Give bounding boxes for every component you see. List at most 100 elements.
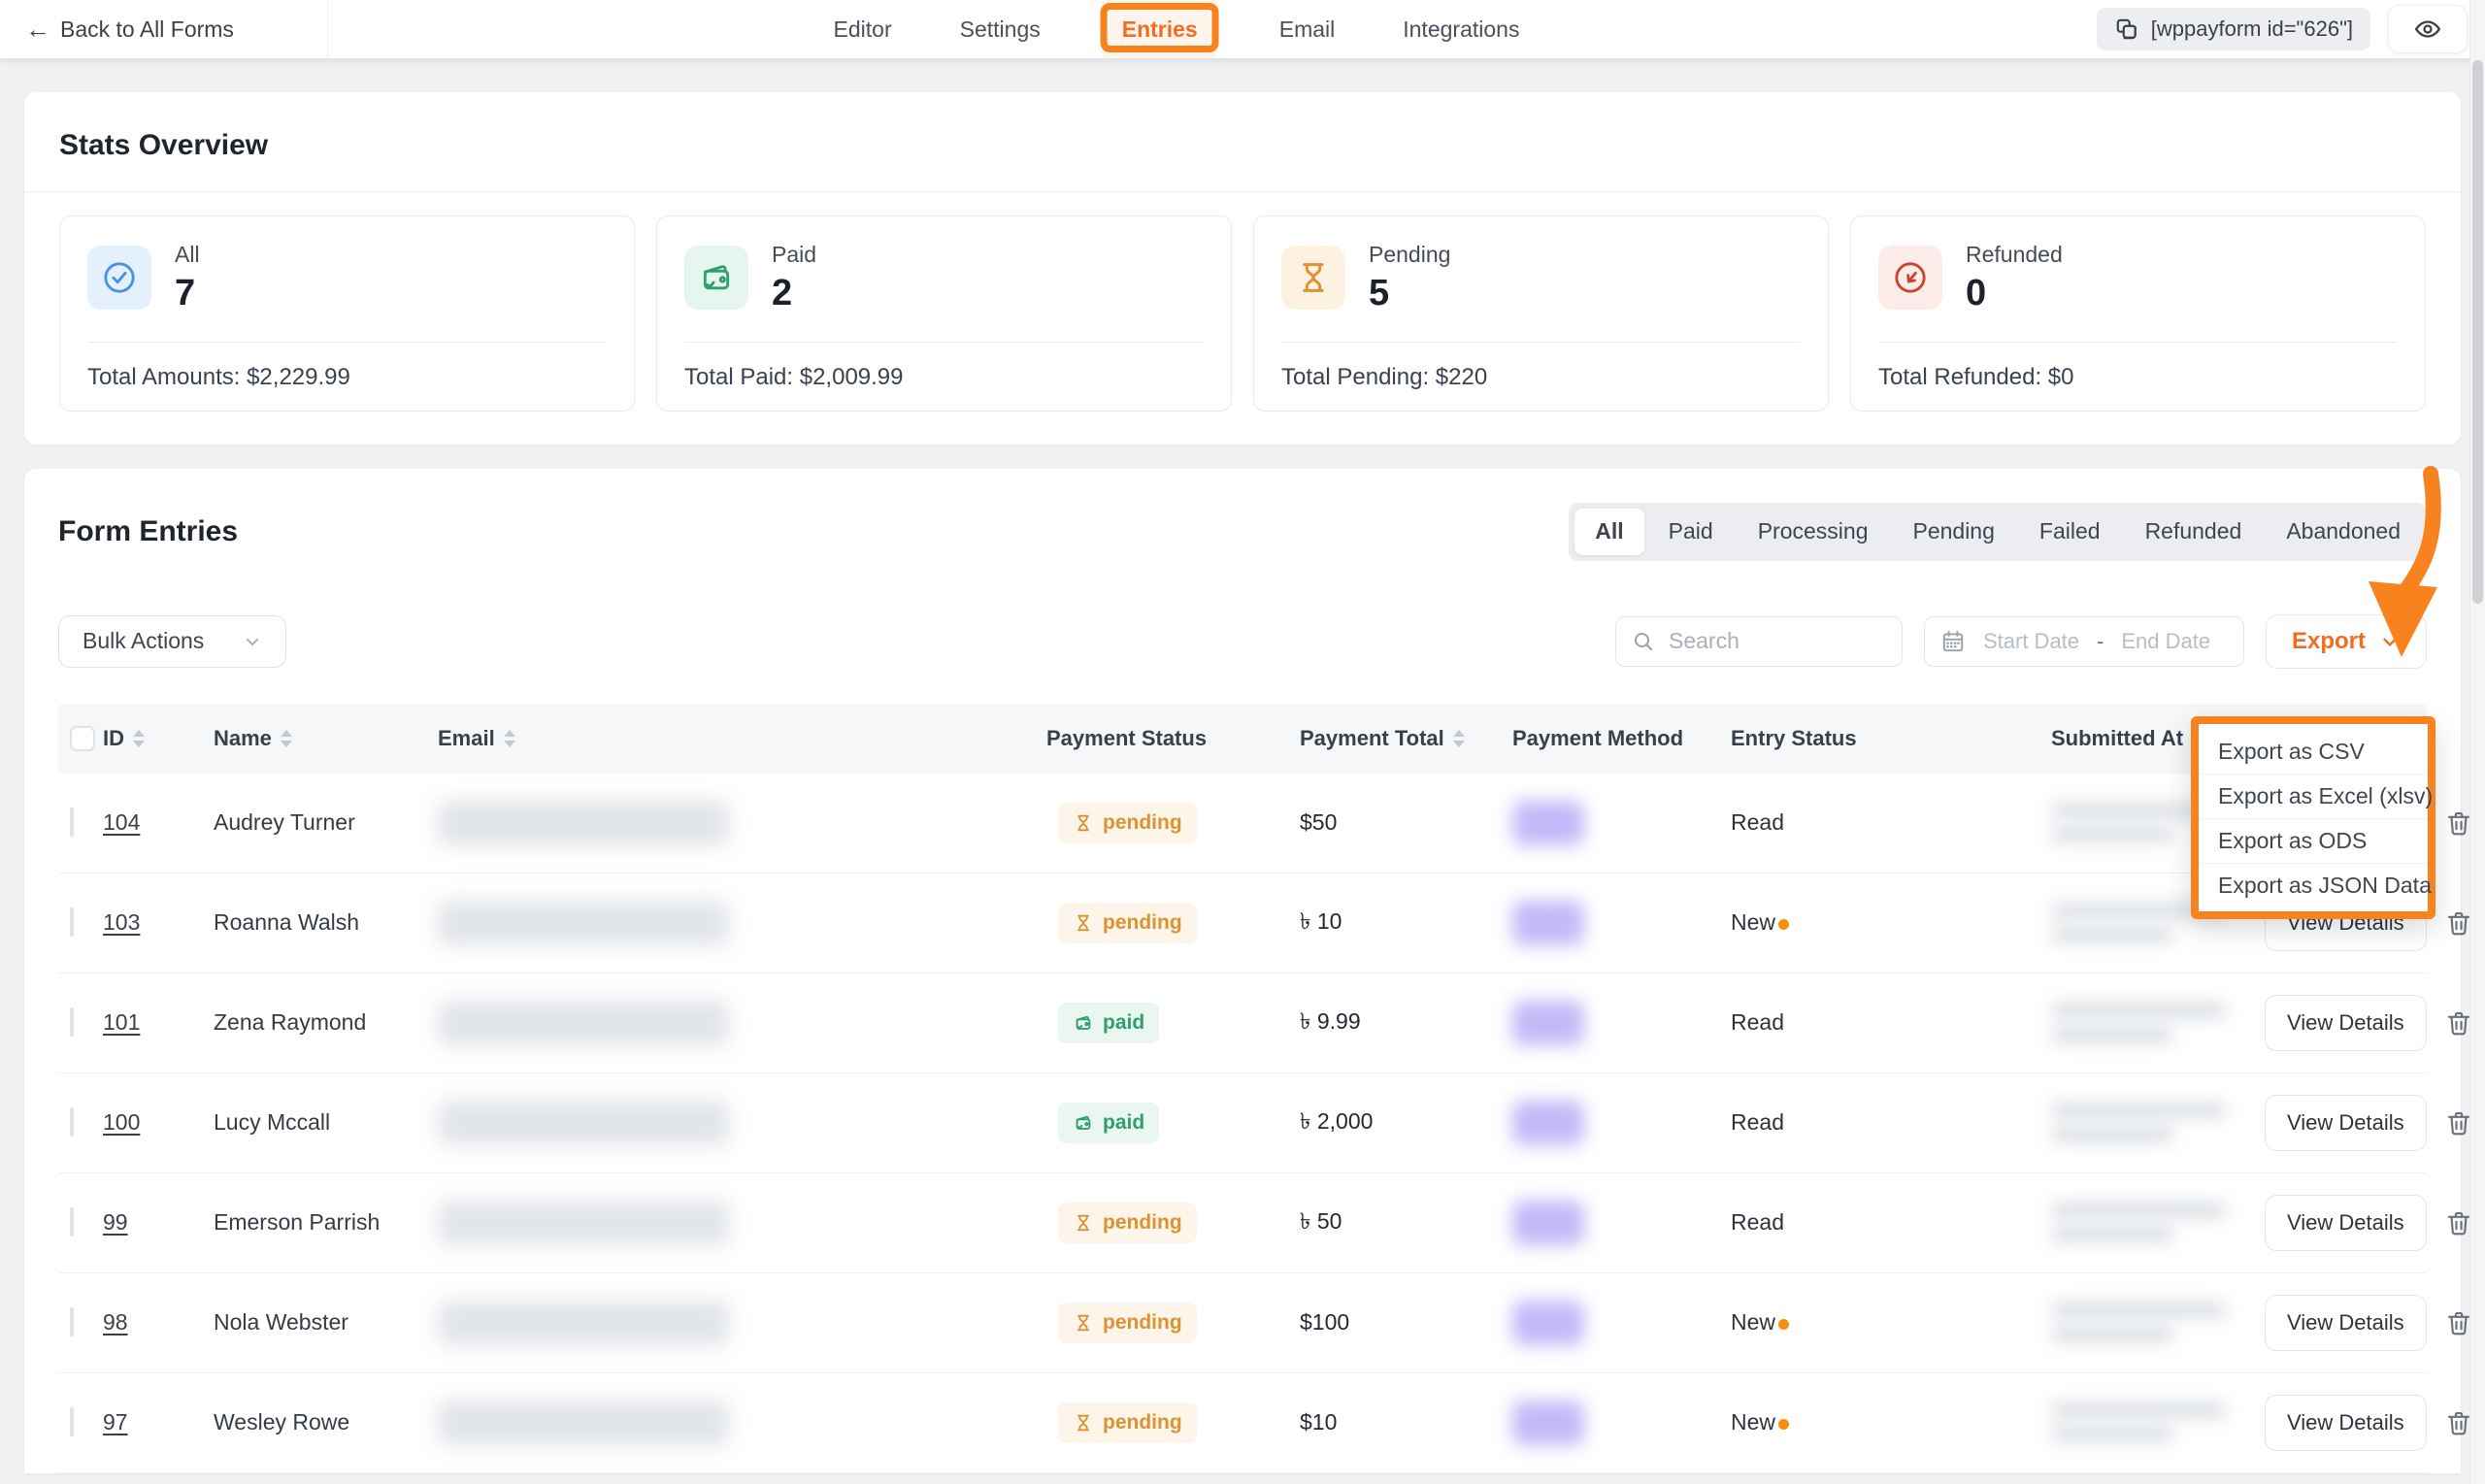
export-menu-item-export-as-ods[interactable]: Export as ODS [2199,818,2428,863]
payment-status-text: pending [1103,911,1182,935]
back-arrow-icon: ← [25,16,50,42]
stat-footer: Total Amounts: $2,229.99 [87,343,607,391]
filter-tab-processing[interactable]: Processing [1738,509,1889,555]
payment-status-text: pending [1103,1311,1182,1335]
row-checkbox[interactable] [70,1407,74,1436]
filter-tab-failed[interactable]: Failed [2019,509,2121,555]
entry-id-link[interactable]: 103 [103,909,140,935]
export-menu-item-export-as-json-data[interactable]: Export as JSON Data [2199,863,2428,907]
stat-value: 2 [772,274,816,314]
tab-integrations[interactable]: Integrations [1397,0,1525,58]
payment-status-badge: pending [1058,903,1197,943]
stat-label: All [175,242,200,268]
column-id[interactable]: ID [103,726,214,751]
entry-id-link[interactable]: 99 [103,1209,128,1235]
select-all-checkbox[interactable] [70,726,95,751]
payment-total: ৳ 9.99 [1300,1004,1512,1041]
sort-icon[interactable] [1453,730,1465,747]
filter-tab-pending[interactable]: Pending [1892,509,2014,555]
payment-total: ৳ 2,000 [1300,1104,1512,1141]
back-to-all-forms-button[interactable]: ← Back to All Forms [0,0,328,58]
filter-tab-all[interactable]: All [1574,509,1643,555]
filter-tab-refunded[interactable]: Refunded [2125,509,2263,555]
search-input[interactable] [1667,627,1886,655]
scrollbar-thumb[interactable] [2472,60,2483,604]
entry-id-link[interactable]: 104 [103,809,140,835]
check-circle-icon [100,258,139,297]
stat-value: 7 [175,274,200,314]
stat-card-pending: Pending 5 Total Pending: $220 [1253,215,1829,412]
export-menu-item-export-as-csv[interactable]: Export as CSV [2199,730,2428,774]
payment-total: $50 [1300,809,1512,836]
tab-settings[interactable]: Settings [954,0,1046,58]
view-details-button[interactable]: View Details [2265,1395,2427,1451]
entry-id-link[interactable]: 97 [103,1409,128,1435]
payment-status-text: paid [1103,1011,1144,1035]
filter-tab-paid[interactable]: Paid [1648,509,1734,555]
chevron-down-icon [2379,631,2401,652]
table-row: 99 Emerson Parrish pending ৳ 50 Read Vie… [58,1173,2427,1273]
shortcode-text: [wppayform id="626"] [2151,16,2353,42]
row-checkbox[interactable] [70,1307,74,1336]
column-payment-total[interactable]: Payment Total [1300,726,1512,751]
stats-overview-card: Stats Overview All 7 Total Amounts: $2,2… [24,92,2461,445]
submitted-at-redacted [2051,1302,2265,1343]
entry-status-text: New [1731,909,1775,935]
entry-name: Wesley Rowe [214,1409,438,1435]
tab-email[interactable]: Email [1274,0,1342,58]
shortcode-copy-pill[interactable]: [wppayform id="626"] [2097,8,2370,50]
tab-entries[interactable]: Entries [1103,0,1217,58]
column-payment-status[interactable]: Payment Status [1046,726,1300,751]
column-name[interactable]: Name [214,726,438,751]
row-checkbox[interactable] [70,1207,74,1237]
tab-editor[interactable]: Editor [828,0,898,58]
entry-id-link[interactable]: 100 [103,1109,140,1135]
column-payment-method[interactable]: Payment Method [1512,726,1731,751]
column-entry-status[interactable]: Entry Status [1731,726,2051,751]
sort-icon[interactable] [281,730,292,747]
filter-tab-abandoned[interactable]: Abandoned [2266,509,2421,555]
entry-name: Audrey Turner [214,809,438,836]
view-details-button[interactable]: View Details [2265,1095,2427,1151]
entry-id-link[interactable]: 101 [103,1009,140,1035]
submitted-at-redacted [2051,1202,2265,1243]
hourglass-icon [1073,1212,1094,1234]
payment-total: $100 [1300,1309,1512,1336]
row-checkbox[interactable] [70,1107,74,1137]
column-email[interactable]: Email [438,726,1046,751]
export-menu-item-export-as-excel-xlsv-[interactable]: Export as Excel (xlsv) [2199,774,2428,818]
payment-status-badge: pending [1058,1402,1197,1443]
entries-table: ID Name Email Payment Status Payment Tot… [58,704,2427,1473]
bulk-actions-dropdown[interactable]: Bulk Actions [58,615,286,668]
hourglass-icon [1073,812,1094,834]
payment-total: ৳ 50 [1300,1204,1512,1241]
entry-email-redacted [438,1401,729,1445]
hourglass-icon [1073,1312,1094,1334]
payment-method-redacted [1512,1401,1584,1445]
table-row: 100 Lucy Mccall paid ৳ 2,000 Read View D… [58,1073,2427,1173]
preview-form-button[interactable] [2388,5,2468,53]
sort-icon[interactable] [504,730,515,747]
submitted-at-redacted [2051,1002,2265,1043]
row-checkbox[interactable] [70,808,74,837]
hourglass-icon [1294,258,1333,297]
topbar-right: [wppayform id="626"] [2097,5,2485,53]
table-row: 98 Nola Webster pending $100 New View De… [58,1273,2427,1373]
sort-icon[interactable] [133,730,145,747]
payment-status-badge: pending [1058,1203,1197,1243]
date-range-picker[interactable]: Start Date - End Date [1924,616,2244,667]
entry-email-redacted [438,1001,729,1045]
stat-label: Pending [1369,242,1450,268]
view-details-button[interactable]: View Details [2265,1295,2427,1351]
row-checkbox[interactable] [70,1007,74,1037]
entries-head: Form Entries AllPaidProcessingPendingFai… [58,503,2427,561]
export-button[interactable]: Export [2266,614,2427,669]
view-details-button[interactable]: View Details [2265,1195,2427,1251]
page-scrollbar[interactable] [2469,0,2485,1484]
entry-id-link[interactable]: 98 [103,1309,128,1335]
view-details-button[interactable]: View Details [2265,995,2427,1051]
payment-total: ৳ 10 [1300,904,1512,941]
row-checkbox[interactable] [70,907,74,937]
entries-title: Form Entries [58,515,238,548]
chevron-down-icon [243,632,262,651]
